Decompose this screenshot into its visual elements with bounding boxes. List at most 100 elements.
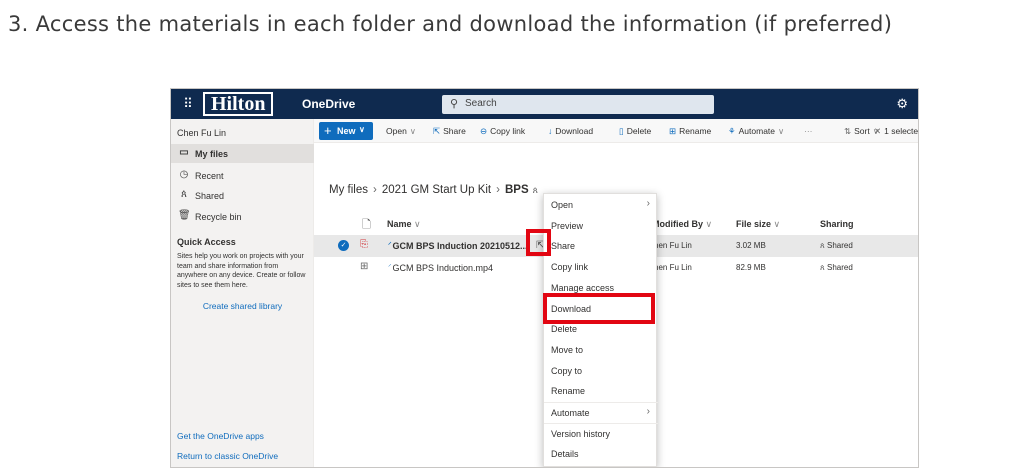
sharing-status: ጰ Shared <box>820 263 853 272</box>
new-button-label: New <box>337 126 356 136</box>
breadcrumb-current: BPS <box>504 184 529 196</box>
nav-item-label: My files <box>195 149 229 159</box>
search-placeholder: Search <box>465 98 497 109</box>
hilton-logo[interactable]: Hilton <box>203 92 274 116</box>
chevron-right-icon: › <box>646 198 650 209</box>
chevron-right-icon: › <box>372 184 377 196</box>
chevron-right-icon: › <box>646 405 650 417</box>
nav-item-recycle-bin[interactable]: 🗑 Recycle bin <box>171 207 314 226</box>
selected-count-label: 1 selected <box>884 126 919 136</box>
menu-item-open[interactable]: Open › <box>544 194 658 215</box>
open-button[interactable]: Open ∨ <box>386 126 416 137</box>
automate-label: Automate <box>738 126 776 136</box>
instruction-heading: 3. Access the materials in each folder a… <box>8 12 893 36</box>
left-nav: Chen Fu Lin ▭ My files ◷ Recent ጰ Shared… <box>171 119 314 467</box>
chevron-right-icon: › <box>496 184 500 196</box>
highlight-more-actions <box>526 229 551 256</box>
people-icon: ጰ <box>820 241 825 250</box>
delete-label: Delete <box>626 126 652 136</box>
nav-item-my-files[interactable]: ▭ My files <box>171 144 314 163</box>
copy-link-label: Copy link <box>490 126 526 136</box>
column-header-file-size[interactable]: File size ∨ <box>736 219 780 230</box>
file-name[interactable]: ⸍GCM BPS Induction 20210512.... <box>388 241 530 251</box>
column-header-sharing[interactable]: Sharing <box>820 219 854 229</box>
search-input[interactable]: ⚲ Search <box>442 95 714 114</box>
menu-item-copy-to[interactable]: Copy to <box>544 360 658 381</box>
app-name[interactable]: OneDrive <box>302 97 355 111</box>
clock-icon: ◷ <box>179 169 189 180</box>
quick-access-description: Sites help you work on projects with you… <box>177 253 306 289</box>
more-commands-button[interactable]: ··· <box>804 126 813 136</box>
selected-count-button[interactable]: ✕ 1 selected <box>874 126 919 137</box>
people-icon: ጰ <box>532 185 538 195</box>
file-size: 3.02 MB <box>736 241 766 250</box>
context-menu: Open › Preview Share Copy link Manage acc… <box>543 193 658 467</box>
pdf-file-icon: ⎘ <box>360 239 368 250</box>
automate-icon: ⚘ <box>728 126 736 136</box>
return-classic-link[interactable]: Return to classic OneDrive <box>177 451 278 461</box>
trash-icon: ▯ <box>619 126 624 136</box>
nav-item-label: Shared <box>195 191 225 201</box>
file-size: 82.9 MB <box>736 263 766 272</box>
close-icon: ✕ <box>874 126 882 136</box>
menu-item-version-history[interactable]: Version history <box>544 423 658 444</box>
sort-label: Sort <box>854 126 870 136</box>
video-file-icon: ⊞ <box>360 261 369 272</box>
modified-by: hen Fu Lin <box>654 241 692 250</box>
modified-by: hen Fu Lin <box>654 263 692 272</box>
sort-icon: ⇅ <box>844 126 852 136</box>
new-button[interactable]: + New ∨ <box>319 122 373 140</box>
nav-item-label: Recent <box>195 171 224 181</box>
suite-bar: ⠿ Hilton OneDrive ⚲ Search ⚙ <box>171 89 918 119</box>
command-bar: + New ∨ Open ∨ ⇱ Share ⊖ Copy link ↓ Downloa… <box>314 119 919 143</box>
menu-item-rename[interactable]: Rename <box>544 380 658 401</box>
menu-item-copy-link[interactable]: Copy link <box>544 256 658 277</box>
share-button[interactable]: ⇱ Share <box>433 126 466 137</box>
file-type-icon[interactable]: 🗋 <box>362 216 371 235</box>
get-onedrive-apps-link[interactable]: Get the OneDrive apps <box>177 431 264 441</box>
people-icon: ጰ <box>820 263 825 272</box>
breadcrumb: My files › 2021 GM Start Up Kit › BPS ጰ <box>329 184 538 196</box>
search-icon: ⚲ <box>450 98 459 110</box>
nav-item-label: Recycle bin <box>195 212 242 222</box>
delete-button[interactable]: ▯ Delete <box>619 126 651 137</box>
menu-item-automate[interactable]: Automate › <box>544 402 658 423</box>
link-icon: ⊖ <box>480 126 488 136</box>
waffle-icon[interactable]: ⠿ <box>179 95 197 113</box>
sharing-status: ጰ Shared <box>820 241 853 250</box>
column-header-name[interactable]: Name ∨ <box>387 219 421 230</box>
breadcrumb-item[interactable]: My files <box>329 184 368 196</box>
user-name: Chen Fu Lin <box>177 128 227 138</box>
highlight-download <box>543 293 655 324</box>
nav-item-recent[interactable]: ◷ Recent <box>171 166 314 185</box>
people-icon: ጰ <box>181 189 187 200</box>
chevron-down-icon: ∨ <box>409 126 417 136</box>
open-label: Open <box>386 126 407 136</box>
download-icon: ↓ <box>548 126 553 136</box>
nav-item-shared[interactable]: ጰ Shared <box>171 186 314 205</box>
menu-item-share[interactable]: Share <box>544 235 658 256</box>
new-file-icon: ⸍ <box>388 264 392 271</box>
share-icon: ⇱ <box>433 126 441 136</box>
share-label: Share <box>443 126 466 136</box>
column-header-modified-by[interactable]: Modified By ∨ <box>652 219 712 230</box>
automate-button[interactable]: ⚘ Automate ∨ <box>728 126 784 137</box>
menu-item-move-to[interactable]: Move to <box>544 339 658 360</box>
gear-icon[interactable]: ⚙ <box>896 96 908 112</box>
rename-icon: ⊞ <box>669 126 677 136</box>
download-label: Download <box>555 126 594 136</box>
folder-icon: ▭ <box>179 147 189 158</box>
file-name[interactable]: ⸍GCM BPS Induction.mp4 <box>388 263 493 273</box>
download-button[interactable]: ↓ Download <box>548 126 593 136</box>
create-shared-library-link[interactable]: Create shared library <box>171 301 314 311</box>
rename-label: Rename <box>679 126 712 136</box>
copy-link-button[interactable]: ⊖ Copy link <box>480 126 525 137</box>
checkmark-icon[interactable]: ✓ <box>338 240 349 251</box>
trash-icon: 🗑 <box>178 210 191 221</box>
onedrive-screenshot: ⠿ Hilton OneDrive ⚲ Search ⚙ Chen Fu Lin… <box>170 88 919 468</box>
menu-item-details[interactable]: Details <box>544 443 658 464</box>
menu-item-preview[interactable]: Preview <box>544 215 658 236</box>
chevron-down-icon: ∨ <box>359 125 365 134</box>
breadcrumb-item[interactable]: 2021 GM Start Up Kit <box>382 184 491 196</box>
rename-button[interactable]: ⊞ Rename <box>669 126 711 137</box>
